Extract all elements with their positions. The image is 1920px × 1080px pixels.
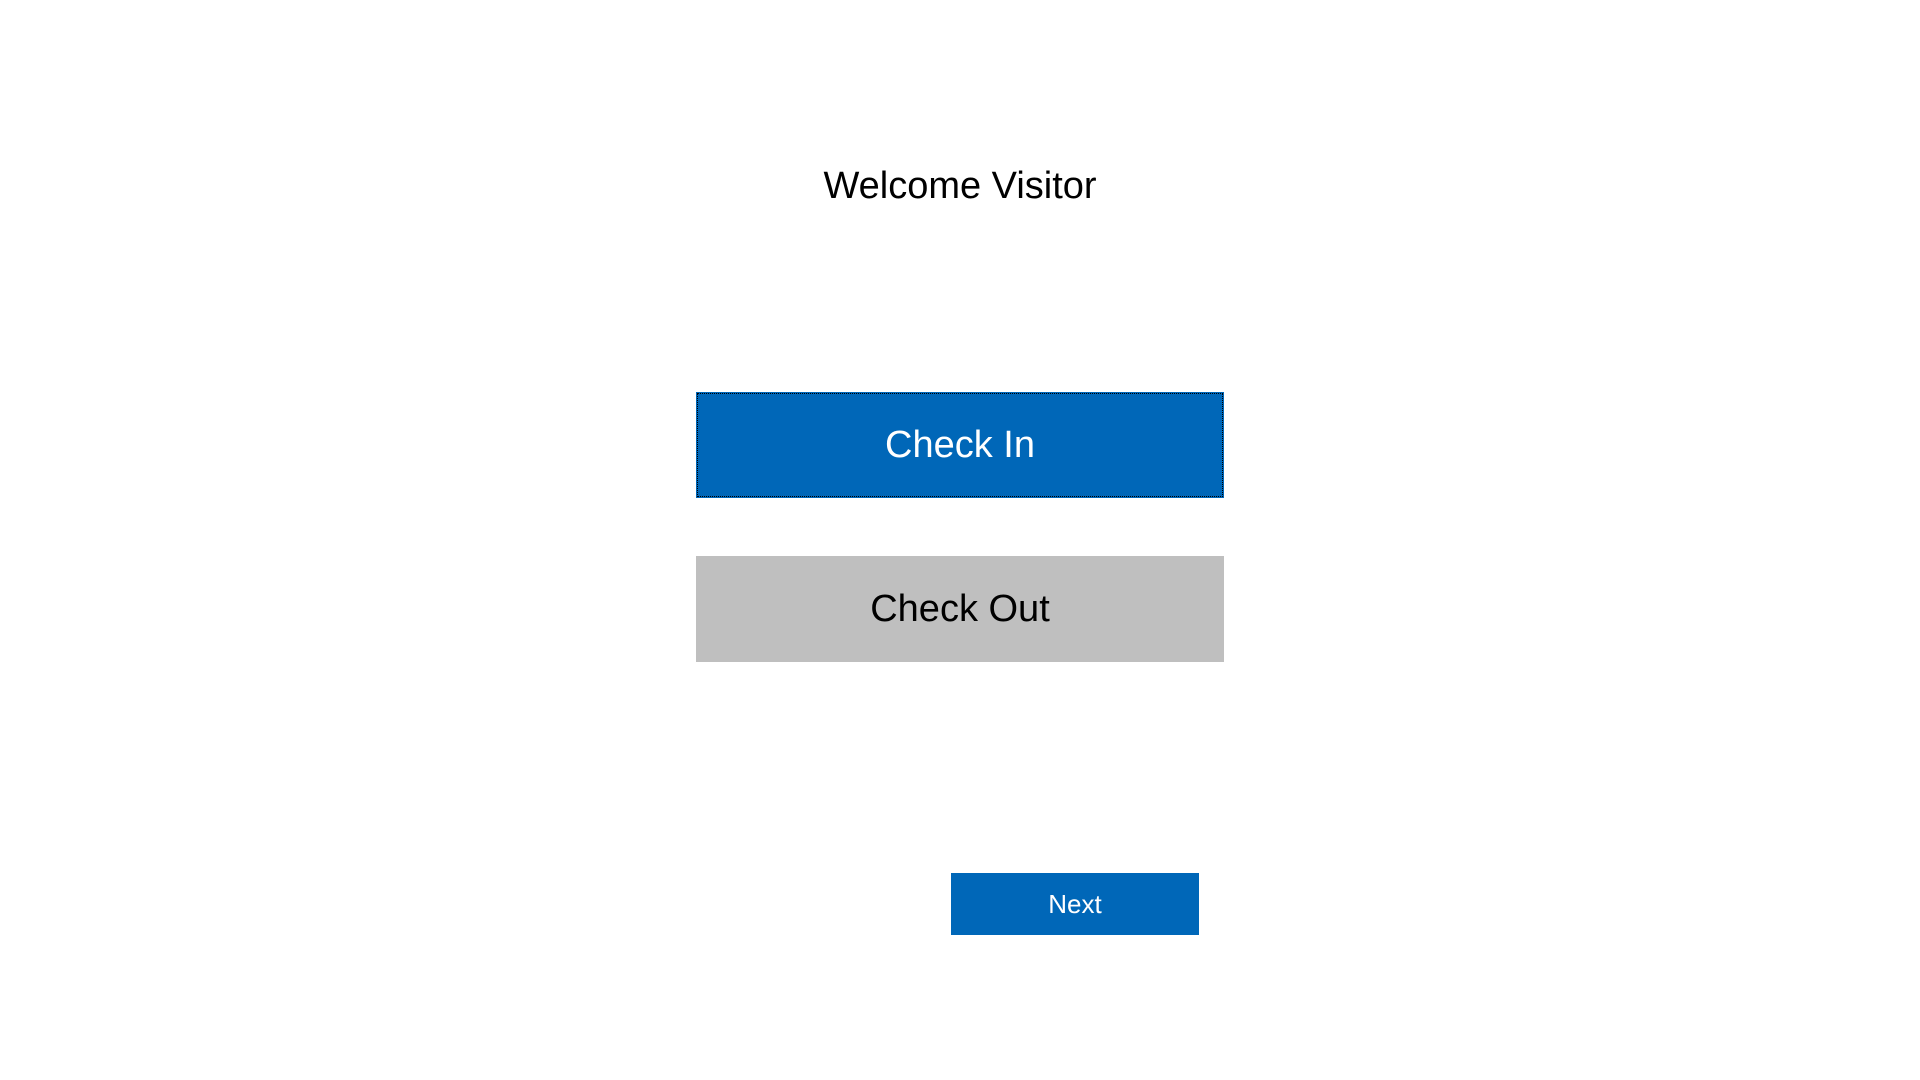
- check-out-label: Check Out: [870, 588, 1050, 631]
- next-label: Next: [1048, 889, 1101, 920]
- visitor-welcome-screen: Welcome Visitor Check In Check Out Next: [0, 0, 1920, 1080]
- check-out-button[interactable]: Check Out: [696, 556, 1224, 662]
- page-title: Welcome Visitor: [823, 165, 1096, 208]
- action-button-group: Check In Check Out: [696, 392, 1224, 662]
- next-button[interactable]: Next: [951, 873, 1199, 935]
- check-in-label: Check In: [885, 424, 1035, 467]
- check-in-button[interactable]: Check In: [696, 392, 1224, 498]
